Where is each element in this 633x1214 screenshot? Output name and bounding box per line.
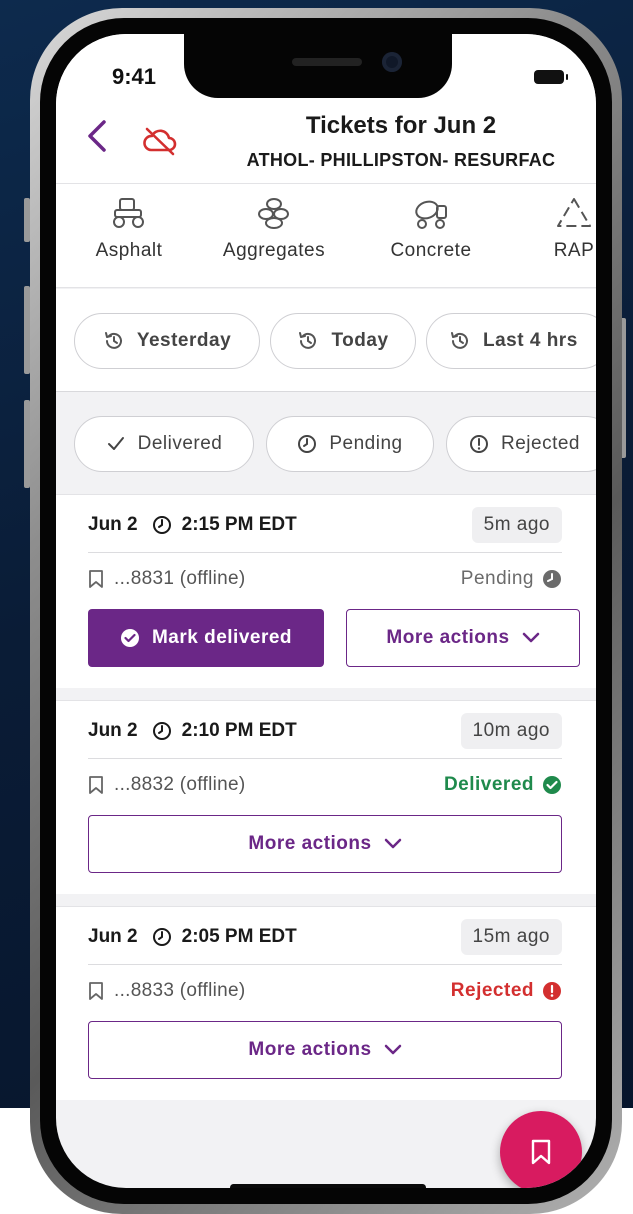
more-actions-button[interactable]: More actions xyxy=(88,1021,562,1079)
ticket-time: 2:10 PM EDT xyxy=(181,720,297,741)
history-icon xyxy=(451,332,468,349)
history-icon xyxy=(299,332,317,349)
divider xyxy=(88,758,562,759)
ticket-header: Jun 2 2:05 PM EDT 15m ago xyxy=(88,917,562,957)
filter-label: Delivered xyxy=(137,433,223,454)
ticket-date: Jun 2 xyxy=(88,720,138,741)
ticket-status: Pending xyxy=(460,568,534,589)
mark-delivered-button[interactable]: Mark delivered xyxy=(88,609,324,667)
time-filter-row: Yesterday Today Last 4 hrs xyxy=(56,289,596,393)
ticket-status: Delivered xyxy=(443,774,534,795)
time-ago-badge: 5m ago xyxy=(471,507,562,543)
button-label: Mark delivered xyxy=(151,627,293,648)
delivered-status-icon xyxy=(543,776,561,794)
pending-status-icon xyxy=(543,570,561,588)
filter-label: Rejected xyxy=(501,433,580,454)
filter-rejected[interactable]: Rejected xyxy=(446,416,596,472)
front-camera xyxy=(382,52,402,72)
time-ago-badge: 10m ago xyxy=(460,713,562,749)
filter-pending[interactable]: Pending xyxy=(266,416,434,472)
stones-icon xyxy=(258,198,289,229)
chevron-left-icon xyxy=(88,120,106,152)
clock-icon xyxy=(152,928,171,946)
clock-icon xyxy=(152,722,171,740)
filter-label: Today xyxy=(331,330,389,351)
category-rap[interactable]: RAP xyxy=(544,196,596,262)
phone-frame: 9:41 Tickets for Jun 2 ATHOL- PHILLIPSTO… xyxy=(30,8,622,1214)
button-label: More actions xyxy=(248,833,372,854)
page-subtitle: ATHOL- PHILLIPSTON- RESURFAC xyxy=(246,150,556,170)
clock-icon xyxy=(152,516,171,534)
category-label: Asphalt xyxy=(95,240,163,261)
more-actions-button[interactable]: More actions xyxy=(88,815,562,873)
filter-last-4-hrs[interactable]: Last 4 hrs xyxy=(426,313,596,369)
filter-today[interactable]: Today xyxy=(270,313,416,369)
check-icon xyxy=(107,437,124,450)
filter-label: Yesterday xyxy=(136,330,232,351)
history-icon xyxy=(104,332,122,349)
rejected-status-icon xyxy=(543,982,561,1000)
ticket-date: Jun 2 xyxy=(88,514,138,535)
category-label: Aggregates xyxy=(222,240,326,261)
chevron-down-icon xyxy=(522,632,539,643)
ticket-card: Jun 2 2:15 PM EDT 5m ago ...8831 (offlin… xyxy=(56,494,596,688)
status-time: 9:41 xyxy=(112,64,157,89)
filter-yesterday[interactable]: Yesterday xyxy=(74,313,260,369)
category-asphalt[interactable]: Asphalt xyxy=(82,196,176,262)
status-filter-row: Delivered Pending Rejected xyxy=(56,392,596,496)
ticket-date: Jun 2 xyxy=(88,926,138,947)
concrete-mixer-icon xyxy=(415,200,447,229)
chevron-down-icon xyxy=(384,1044,401,1055)
clock-icon xyxy=(298,435,317,453)
filter-delivered[interactable]: Delivered xyxy=(74,416,254,472)
phone-bezel: 9:41 Tickets for Jun 2 ATHOL- PHILLIPSTO… xyxy=(40,18,612,1204)
cloud-off-icon xyxy=(142,126,178,156)
ticket-time: 2:15 PM EDT xyxy=(181,514,297,535)
home-indicator xyxy=(230,1184,426,1188)
ticket-header: Jun 2 2:15 PM EDT 5m ago xyxy=(88,505,562,545)
back-button[interactable] xyxy=(82,116,114,156)
ticket-card: Jun 2 2:10 PM EDT 10m ago ...8832 (offli… xyxy=(56,700,596,894)
time-ago-badge: 15m ago xyxy=(460,919,562,955)
category-concrete[interactable]: Concrete xyxy=(380,196,482,262)
more-actions-button[interactable]: More actions xyxy=(346,609,580,667)
header: Tickets for Jun 2 ATHOL- PHILLIPSTON- RE… xyxy=(56,104,596,184)
ticket-card: Jun 2 2:05 PM EDT 15m ago ...8833 (offli… xyxy=(56,906,596,1100)
battery-icon xyxy=(534,70,568,84)
divider xyxy=(88,552,562,553)
ticket-info: ...8832 (offline) Delivered xyxy=(88,769,562,801)
app-screen: 9:41 Tickets for Jun 2 ATHOL- PHILLIPSTO… xyxy=(56,34,596,1188)
ticket-id: ...8831 (offline) xyxy=(114,568,246,589)
ticket-header: Jun 2 2:10 PM EDT 10m ago xyxy=(88,711,562,751)
bookmark-icon xyxy=(89,570,103,588)
ticket-status: Rejected xyxy=(450,980,534,1001)
category-label: RAP xyxy=(553,240,595,261)
ticket-info: ...8831 (offline) Pending xyxy=(88,563,562,595)
notch xyxy=(184,34,452,98)
ticket-info: ...8833 (offline) Rejected xyxy=(88,975,562,1007)
category-tabs: Asphalt Aggregates Concrete RAP xyxy=(56,184,596,288)
page-title: Tickets for Jun 2 xyxy=(305,112,497,139)
button-label: More actions xyxy=(248,1039,372,1060)
alert-circle-icon xyxy=(470,435,488,453)
category-label: Concrete xyxy=(390,240,472,261)
recycle-icon xyxy=(557,198,591,227)
button-label: More actions xyxy=(386,627,510,648)
check-circle-icon xyxy=(120,629,139,647)
bookmark-icon xyxy=(89,982,103,1000)
ticket-time: 2:05 PM EDT xyxy=(181,926,297,947)
ticket-id: ...8832 (offline) xyxy=(114,774,246,795)
new-ticket-fab[interactable] xyxy=(500,1111,582,1188)
ticket-id: ...8833 (offline) xyxy=(114,980,246,1001)
divider xyxy=(88,964,562,965)
bookmark-icon xyxy=(89,776,103,794)
road-roller-icon xyxy=(113,198,144,228)
filter-label: Pending xyxy=(329,433,403,454)
speaker-grille xyxy=(292,58,362,66)
category-aggregates[interactable]: Aggregates xyxy=(212,196,336,262)
filter-label: Last 4 hrs xyxy=(483,330,578,351)
chevron-down-icon xyxy=(384,838,401,849)
bookmark-icon xyxy=(531,1139,551,1165)
